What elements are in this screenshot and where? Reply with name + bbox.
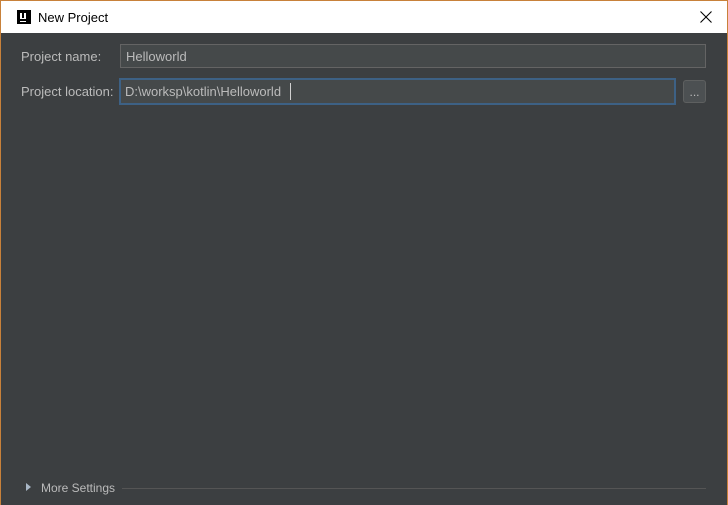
triangle-right-icon <box>26 483 31 491</box>
close-icon <box>700 11 712 23</box>
browse-location-button[interactable]: ... <box>683 80 706 103</box>
close-button[interactable] <box>693 6 719 28</box>
project-name-input[interactable] <box>120 44 706 68</box>
text-caret <box>290 83 291 100</box>
project-location-label: Project location: <box>21 84 114 99</box>
more-settings-separator <box>122 488 706 489</box>
intellij-logo-icon <box>17 10 31 24</box>
more-settings-label: More Settings <box>41 481 116 495</box>
more-settings-toggle[interactable]: More Settings <box>23 480 123 496</box>
project-name-label: Project name: <box>21 49 102 64</box>
project-location-input[interactable] <box>119 78 676 105</box>
dialog-title: New Project <box>38 10 109 25</box>
new-project-dialog: New Project Project name: Project locati… <box>0 0 728 505</box>
title-bar[interactable]: New Project <box>1 1 727 33</box>
